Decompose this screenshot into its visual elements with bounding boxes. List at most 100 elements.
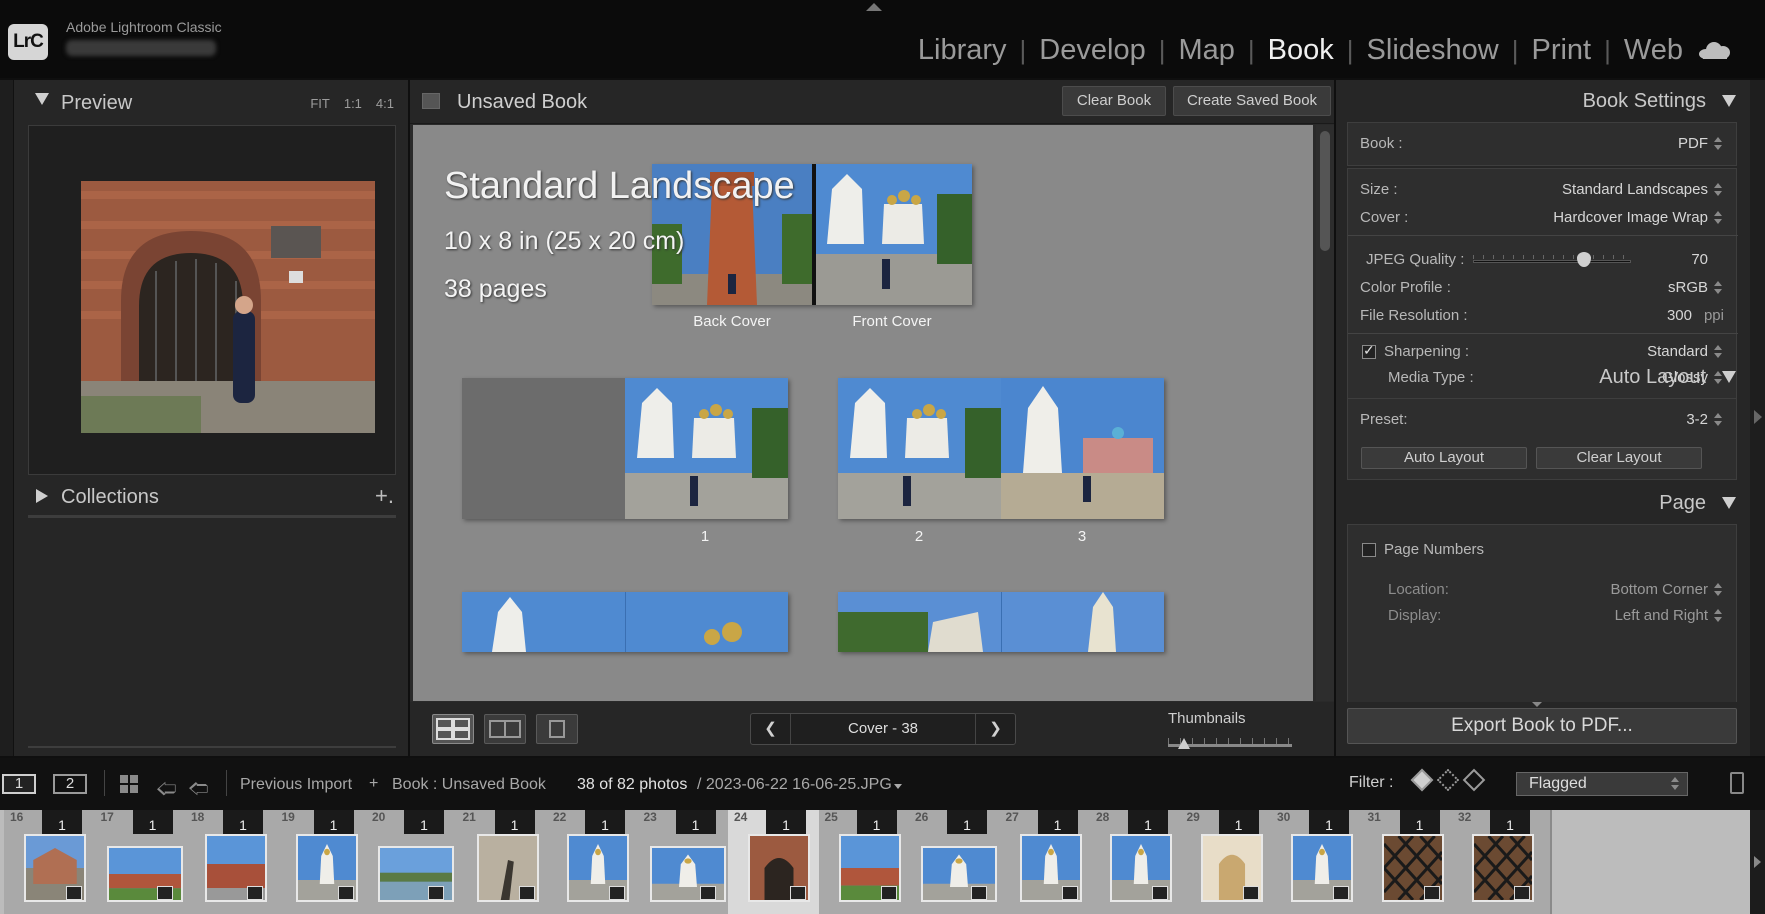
auto-layout-header[interactable]: Auto Layout: [1336, 360, 1750, 394]
left-panel-edge[interactable]: [0, 80, 14, 756]
preset-row[interactable]: Preset: 3-2: [1348, 409, 1738, 433]
grid-view-icon[interactable]: [120, 775, 138, 793]
filmstrip-cell[interactable]: 27 1: [999, 810, 1100, 914]
book-canvas[interactable]: Back Cover Front Cover Standard Landscap…: [413, 125, 1313, 701]
source-book[interactable]: Book : Unsaved Book: [392, 776, 546, 794]
sharpening-checkbox[interactable]: [1362, 342, 1376, 359]
selected-file-name[interactable]: / 2023-06-22 16-06-25.JPG: [697, 776, 892, 794]
chevron-down-icon[interactable]: [894, 784, 902, 789]
filmstrip-cell[interactable]: 17 1: [94, 810, 195, 914]
filmstrip-cell[interactable]: 20 1: [366, 810, 466, 914]
filmstrip-cell[interactable]: 32 1: [1452, 810, 1552, 914]
page-spread-3[interactable]: [462, 592, 788, 652]
back-cover-label: Back Cover: [693, 313, 771, 330]
source-previous-import[interactable]: Previous Import: [240, 776, 352, 794]
filmstrip-cell[interactable]: 24 1: [728, 810, 828, 914]
display-label: Display:: [1388, 607, 1442, 624]
divider: [28, 746, 396, 748]
forward-arrow-icon[interactable]: 🢢: [188, 774, 209, 808]
right-panel-edge[interactable]: [1750, 80, 1765, 756]
page-numbers-row[interactable]: Page Numbers: [1348, 539, 1738, 563]
clear-layout-button[interactable]: Clear Layout: [1536, 447, 1702, 469]
filmstrip-scroll-right-icon[interactable]: [1750, 810, 1765, 914]
cloud-icon[interactable]: [1699, 41, 1731, 59]
filmstrip-cell[interactable]: 30 1: [1271, 810, 1371, 914]
scrollbar-thumb[interactable]: [1320, 131, 1330, 251]
module-slideshow[interactable]: Slideshow: [1367, 34, 1499, 67]
filter-lock-icon[interactable]: [1730, 772, 1744, 794]
source-plus: +: [369, 775, 379, 792]
module-book[interactable]: Book: [1268, 34, 1334, 67]
book-panel-toggle-icon[interactable]: [422, 93, 440, 109]
clear-book-button[interactable]: Clear Book: [1062, 86, 1166, 116]
multi-page-view-button[interactable]: [432, 714, 474, 744]
collapse-top-panel-arrow-icon[interactable]: [866, 3, 882, 11]
jpeg-quality-handle[interactable]: [1576, 252, 1591, 267]
thumbnails-label: Thumbnails: [1168, 710, 1246, 727]
color-profile-value: sRGB: [1667, 279, 1708, 296]
zoom-4-1[interactable]: 4:1: [376, 96, 394, 111]
page-header[interactable]: Page: [1336, 486, 1750, 520]
filmstrip-cell[interactable]: 21 1: [456, 810, 557, 914]
book-type-row[interactable]: Book : PDF: [1348, 133, 1738, 157]
add-collection-icon[interactable]: +.: [375, 483, 394, 509]
book-settings-header[interactable]: Book Settings: [1336, 84, 1750, 118]
location-row[interactable]: Location: Bottom Corner: [1348, 579, 1738, 603]
filmstrip-cell[interactable]: 23 1: [637, 810, 738, 914]
spread-view-button[interactable]: [484, 714, 526, 744]
zoom-fit[interactable]: FIT: [310, 96, 330, 111]
size-row[interactable]: Size : Standard Landscapes: [1348, 179, 1738, 203]
divider: [28, 515, 396, 518]
file-resolution-row: File Resolution : 300 ppi: [1348, 305, 1738, 329]
filmstrip-cell[interactable]: 18 1: [185, 810, 285, 914]
usage-count-badge: 1: [1309, 810, 1349, 834]
filmstrip-cell[interactable]: 28 1: [1090, 810, 1190, 914]
primary-display-button[interactable]: 1: [2, 774, 36, 794]
jpeg-quality-slider[interactable]: [1473, 260, 1631, 263]
preview-header[interactable]: Preview FIT 1:1 4:1: [14, 80, 408, 114]
thumbnails-slider-handle[interactable]: [1178, 738, 1191, 749]
filmstrip-cell[interactable]: 16 1: [4, 810, 104, 914]
lightroom-window: LrC Adobe Lightroom Classic Library | Deve…: [0, 0, 1765, 914]
page-spread-1[interactable]: [462, 378, 788, 519]
canvas-scrollbar[interactable]: [1316, 125, 1334, 701]
unflagged-filter-icon[interactable]: [1436, 768, 1460, 792]
auto-layout-button[interactable]: Auto Layout: [1361, 447, 1527, 469]
page-spread-4[interactable]: [838, 592, 1164, 652]
page-spread-2[interactable]: [838, 378, 1164, 519]
rejected-filter-icon[interactable]: [1462, 768, 1486, 792]
create-saved-book-button[interactable]: Create Saved Book: [1173, 86, 1331, 116]
color-profile-label: Color Profile :: [1360, 279, 1451, 296]
secondary-display-button[interactable]: 2: [53, 774, 87, 794]
previous-page-chevron-icon[interactable]: ❮: [751, 714, 791, 744]
comment-icon: [971, 886, 987, 900]
panel-scroll-down-icon[interactable]: [1532, 702, 1542, 707]
filter-preset-select[interactable]: Flagged: [1516, 772, 1688, 796]
file-resolution-value[interactable]: 300: [1667, 307, 1692, 324]
color-profile-row[interactable]: Color Profile : sRGB: [1348, 277, 1738, 301]
filmstrip-cell[interactable]: 31 1: [1361, 810, 1462, 914]
next-page-chevron-icon[interactable]: ❯: [975, 714, 1015, 744]
cover-row[interactable]: Cover : Hardcover Image Wrap: [1348, 207, 1738, 231]
filmstrip-cell[interactable]: 25 1: [818, 810, 919, 914]
module-develop[interactable]: Develop: [1039, 34, 1145, 67]
usage-count-badge: 1: [1218, 810, 1259, 834]
display-row[interactable]: Display: Left and Right: [1348, 605, 1738, 629]
module-map[interactable]: Map: [1178, 34, 1234, 67]
jpeg-quality-value[interactable]: 70: [1691, 251, 1708, 268]
filmstrip-cell[interactable]: 22 1: [547, 810, 647, 914]
page-title: Page: [1659, 492, 1706, 514]
zoom-1-1[interactable]: 1:1: [344, 96, 362, 111]
page-numbers-checkbox[interactable]: [1362, 543, 1376, 557]
module-web[interactable]: Web: [1624, 34, 1683, 67]
filmstrip-index: 18: [191, 810, 205, 824]
filmstrip-cell[interactable]: 29 1: [1180, 810, 1281, 914]
module-print[interactable]: Print: [1531, 34, 1591, 67]
export-book-to-pdf-button[interactable]: Export Book to PDF...: [1347, 708, 1737, 744]
filmstrip-cell[interactable]: 26 1: [909, 810, 1009, 914]
single-page-view-button[interactable]: [536, 714, 578, 744]
flagged-filter-icon[interactable]: [1410, 768, 1434, 792]
module-library[interactable]: Library: [918, 34, 1007, 67]
back-arrow-icon[interactable]: 🢠: [156, 774, 177, 808]
filmstrip-cell[interactable]: 19 1: [275, 810, 376, 914]
